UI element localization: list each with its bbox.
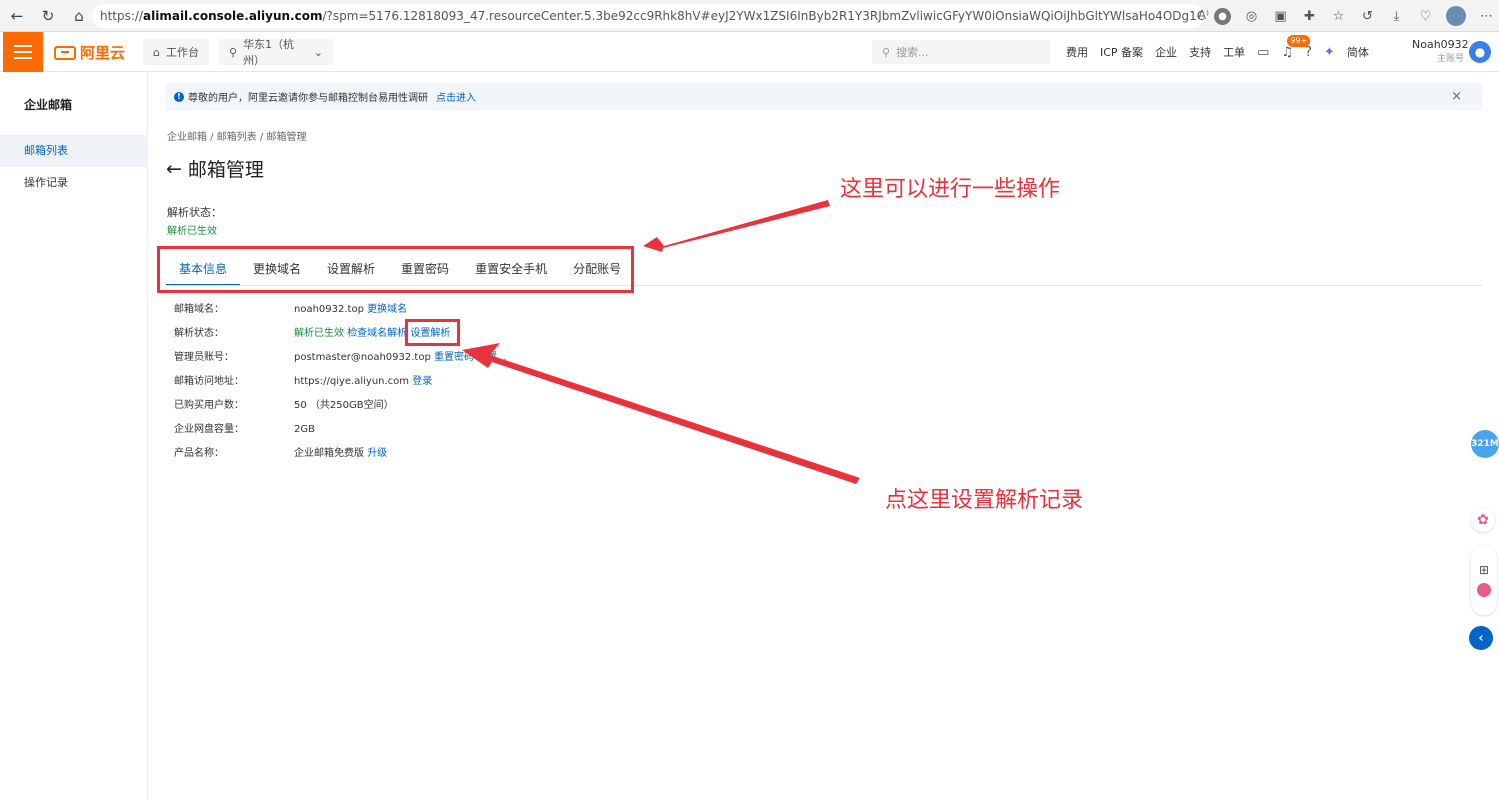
annotation-text-bottom: 点这里设置解析记录 bbox=[885, 488, 1084, 513]
info-row-admin: 管理员账号： postmaster@noah0932.top 重置密码 重置..… bbox=[174, 352, 507, 363]
menu-dots-icon[interactable]: ⋯ bbox=[1478, 8, 1495, 25]
console-header: 阿里云 ⌂ 工作台 ⚲ 华东1（杭州） ⌄ ⚲ 搜索... 费用 ICP 备案 企业 支… bbox=[0, 32, 1499, 72]
notice-text: 尊敬的用户，阿里云邀请你参与邮箱控制台易用性调研 bbox=[188, 93, 428, 104]
assistant-icon[interactable]: ✦ bbox=[1324, 45, 1335, 60]
info-icon: ! bbox=[174, 91, 184, 102]
read-aloud-icon[interactable]: A⁾ bbox=[1198, 8, 1209, 22]
history-icon[interactable]: ↺ bbox=[1359, 8, 1376, 25]
highlight-box-set-dns bbox=[405, 319, 460, 346]
url-host: alimail.console.aliyun.com bbox=[143, 9, 323, 23]
extension-icons: ● ◎ ▣ ✚ ☆ ↺ ⤓ ♡ ⋯ bbox=[1214, 4, 1495, 28]
heart-icon[interactable]: ♡ bbox=[1417, 8, 1434, 25]
check-dns-link[interactable]: 检查域名解析 bbox=[347, 328, 407, 339]
annotation-text-top: 这里可以进行一些操作 bbox=[840, 177, 1061, 202]
floating-toolbar[interactable]: ⊞ bbox=[1471, 545, 1497, 615]
aliyun-logo-mark bbox=[54, 45, 76, 60]
gift-icon[interactable]: ✿ bbox=[1471, 508, 1495, 532]
qr-code-icon[interactable]: ⊞ bbox=[1479, 563, 1489, 577]
help-icon[interactable]: ? bbox=[1305, 45, 1312, 60]
info-row-domain: 邮箱域名： noah0932.top 更换域名 bbox=[174, 304, 408, 315]
chevron-down-icon: ⌄ bbox=[313, 45, 323, 59]
status-value: 解析已生效 bbox=[167, 226, 217, 237]
upgrade-link[interactable]: 升级 bbox=[367, 448, 387, 459]
assistant-avatar-icon[interactable] bbox=[1477, 583, 1491, 597]
page-title: ← 邮箱管理 bbox=[166, 157, 264, 182]
search-icon: ⚲ bbox=[882, 45, 891, 59]
aliyun-logo[interactable]: 阿里云 bbox=[54, 42, 125, 63]
language-switch[interactable]: 简体 bbox=[1347, 44, 1369, 60]
extension-icon[interactable]: ▣ bbox=[1272, 8, 1289, 25]
sidebar: 企业邮箱 邮箱列表 操作记录 bbox=[0, 72, 148, 800]
collapse-chevron-left-icon[interactable]: ‹ bbox=[1469, 626, 1493, 650]
home-icon: ⌂ bbox=[153, 45, 160, 59]
sidebar-title: 企业邮箱 bbox=[24, 98, 73, 112]
survey-notice: ! 尊敬的用户，阿里云邀请你参与邮箱控制台易用性调研 点击进入 × bbox=[166, 83, 1482, 110]
header-links: 费用 ICP 备案 企业 支持 工单 ▭ ♫ 99+ ? ✦ 简体 bbox=[1066, 32, 1369, 72]
reset-other-link[interactable]: 重置... bbox=[477, 352, 507, 363]
back-arrow-icon[interactable]: ← bbox=[166, 158, 182, 180]
url-rest: /?spm=5176.12818093_47.resourceCenter.5.… bbox=[322, 9, 1204, 23]
extension-icon[interactable]: ◎ bbox=[1243, 8, 1260, 25]
region-selector[interactable]: ⚲ 华东1（杭州） ⌄ bbox=[219, 38, 333, 67]
download-icon[interactable]: ⤓ bbox=[1388, 8, 1405, 25]
user-name: Noah0932 bbox=[1412, 38, 1469, 51]
search-input[interactable]: ⚲ 搜索... bbox=[872, 40, 1050, 64]
header-link-ticket[interactable]: 工单 bbox=[1223, 44, 1245, 60]
notice-link[interactable]: 点击进入 bbox=[436, 89, 476, 104]
close-icon[interactable]: × bbox=[1451, 89, 1462, 104]
header-link-enterprise[interactable]: 企业 bbox=[1155, 44, 1177, 60]
user-info[interactable]: Noah0932 主账号 bbox=[1412, 38, 1469, 66]
breadcrumb[interactable]: 企业邮箱 / 邮箱列表 / 邮箱管理 bbox=[167, 128, 306, 143]
info-row-access-url: 邮箱访问地址： https://qiye.aliyun.com 登录 bbox=[174, 376, 433, 387]
sidebar-item-mailbox-list[interactable]: 邮箱列表 bbox=[0, 135, 148, 167]
header-link-support[interactable]: 支持 bbox=[1189, 44, 1211, 60]
user-avatar-icon[interactable]: ● bbox=[1469, 41, 1491, 63]
home-icon[interactable]: ⌂ bbox=[65, 2, 93, 30]
address-bar[interactable]: https://alimail.console.aliyun.com/?spm=… bbox=[92, 4, 1204, 28]
extension-icon[interactable]: ● bbox=[1214, 7, 1231, 25]
network-speed-widget[interactable]: 321M bbox=[1471, 430, 1499, 458]
url-prefix: https:// bbox=[100, 9, 144, 23]
hamburger-menu-icon[interactable] bbox=[3, 32, 43, 72]
puzzle-icon[interactable]: ✚ bbox=[1301, 8, 1318, 25]
arrow-to-tabs bbox=[643, 200, 830, 252]
user-role: 主账号 bbox=[1436, 54, 1464, 64]
terminal-icon[interactable]: ▭ bbox=[1257, 45, 1269, 60]
login-link[interactable]: 登录 bbox=[412, 376, 432, 387]
highlight-box-tabs bbox=[157, 246, 634, 293]
profile-avatar[interactable] bbox=[1446, 6, 1466, 26]
browser-toolbar: ← ↻ ⌂ https://alimail.console.aliyun.com… bbox=[0, 0, 1499, 32]
location-icon: ⚲ bbox=[229, 45, 238, 59]
sidebar-item-operation-log[interactable]: 操作记录 bbox=[0, 167, 148, 199]
reload-icon[interactable]: ↻ bbox=[34, 2, 62, 30]
reset-password-link[interactable]: 重置密码 bbox=[434, 352, 474, 363]
back-icon[interactable]: ← bbox=[3, 2, 31, 30]
header-link-icp[interactable]: ICP 备案 bbox=[1100, 44, 1143, 60]
bell-icon[interactable]: ♫ 99+ bbox=[1281, 34, 1311, 60]
info-row-disk: 企业网盘容量： 2GB bbox=[174, 424, 315, 435]
favorites-icon[interactable]: ☆ bbox=[1330, 8, 1347, 25]
info-row-product: 产品名称： 企业邮箱免费版 升级 bbox=[174, 448, 388, 459]
header-link-billing[interactable]: 费用 bbox=[1066, 44, 1088, 60]
change-domain-link[interactable]: 更换域名 bbox=[367, 304, 407, 315]
workbench-button[interactable]: ⌂ 工作台 bbox=[143, 39, 209, 65]
status-label: 解析状态： bbox=[167, 206, 222, 219]
info-row-users: 已购买用户数： 50 （共250GB空间） bbox=[174, 400, 394, 411]
